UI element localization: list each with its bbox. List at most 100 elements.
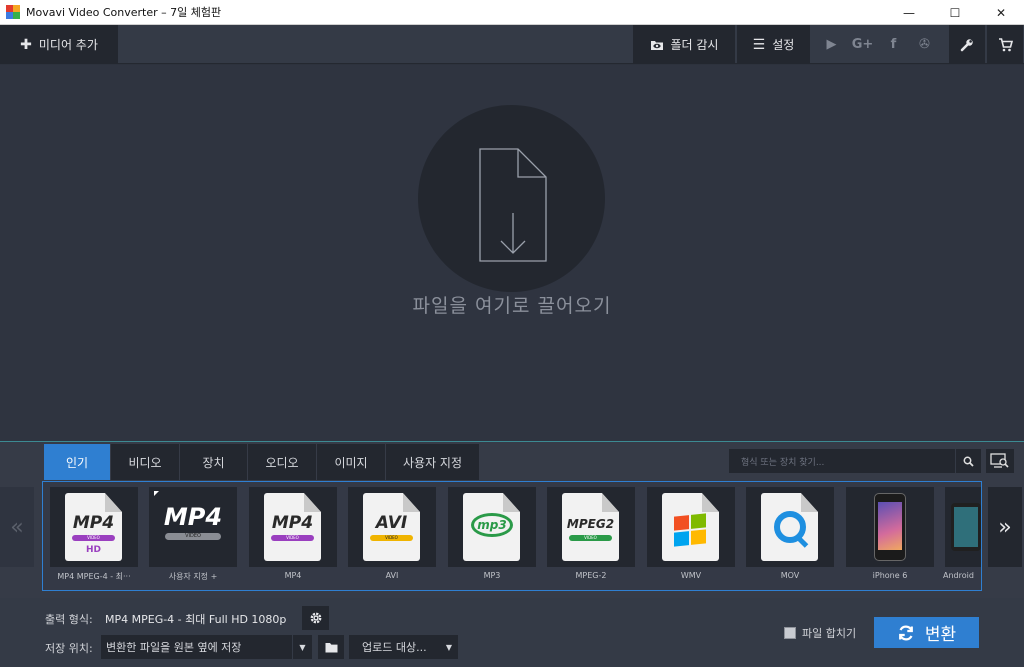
tab-custom[interactable]: 사용자 지정: [386, 444, 479, 480]
maximize-button[interactable]: ☐: [932, 0, 978, 25]
upload-target-label: 업로드 대상...: [362, 641, 427, 654]
settings-label: 설정: [772, 38, 795, 52]
chevron-down-icon: ▼: [292, 635, 312, 659]
vk-icon[interactable]: ✇: [909, 37, 940, 52]
format-label: MP4: [284, 571, 302, 580]
minimize-button[interactable]: —: [886, 0, 932, 25]
upload-target-select[interactable]: 업로드 대상... ▼: [349, 635, 458, 659]
mp3-icon: mp3: [463, 493, 520, 561]
gear-icon: [310, 612, 321, 624]
format-badge: mp3: [471, 513, 513, 537]
mp4-hd-icon: MP4 VIDEO HD: [65, 493, 122, 561]
drop-hint-text: 파일을 여기로 끌어오기: [412, 295, 612, 317]
format-label: 사용자 지정 +: [168, 572, 218, 581]
wmv-icon: [662, 493, 719, 561]
output-settings-button[interactable]: [302, 606, 329, 630]
format-item-mpeg2[interactable]: MPEG2 VIDEO MPEG-2: [547, 487, 635, 583]
cart-icon: [998, 37, 1013, 51]
format-extra: HD: [85, 545, 101, 555]
window-controls: — ☐ ✕: [886, 0, 1024, 25]
android-tablet-icon: [951, 503, 981, 551]
format-label: MOV: [780, 571, 800, 580]
format-item-custom[interactable]: MP4 VIDEO 사용자 지정 +: [149, 487, 237, 583]
windows-logo-icon: [674, 513, 706, 547]
format-thumb: mp3: [448, 487, 536, 567]
tab-audio[interactable]: 오디오: [248, 444, 316, 480]
format-ribbon: VIDEO: [271, 535, 314, 541]
format-item-mp4[interactable]: MP4 VIDEO MP4: [249, 487, 337, 583]
drop-circle[interactable]: [418, 105, 605, 292]
file-download-icon: [479, 148, 547, 262]
format-ribbon: VIDEO: [370, 535, 413, 541]
drop-zone[interactable]: 파일을 여기로 끌어오기: [0, 65, 1024, 441]
cart-button[interactable]: [987, 25, 1023, 64]
checkbox-box[interactable]: [784, 627, 796, 639]
tab-devices[interactable]: 장치: [180, 444, 247, 480]
scroll-right-button[interactable]: »: [988, 487, 1022, 567]
output-format-value: MP4 MPEG-4 - 최대 Full HD 1080p: [105, 613, 287, 626]
format-badge: MP4: [72, 513, 115, 533]
output-format-label: 출력 형식:: [45, 613, 93, 626]
scroll-left-button[interactable]: «: [0, 487, 34, 567]
format-tabs: 인기 비디오 장치 오디오 이미지 사용자 지정: [44, 444, 480, 480]
browse-folder-button[interactable]: [318, 635, 344, 659]
google-plus-icon[interactable]: G+: [847, 37, 878, 52]
mpeg2-icon: MPEG2 VIDEO: [562, 493, 619, 561]
tab-popular[interactable]: 인기: [44, 444, 110, 480]
add-media-button[interactable]: ✚ 미디어 추가: [0, 25, 118, 64]
format-panel: 인기 비디오 장치 오디오 이미지 사용자 지정 형식 또는 장치 찾기... …: [0, 441, 1024, 598]
bottom-panel: 출력 형식: MP4 MPEG-4 - 최대 Full HD 1080p 저장 …: [0, 598, 1024, 667]
format-item-mp3[interactable]: mp3 MP3: [448, 487, 536, 583]
movavi-logo-icon: [6, 5, 20, 19]
format-ribbon: VIDEO: [72, 535, 115, 541]
add-media-label: 미디어 추가: [38, 38, 98, 52]
format-item-mov[interactable]: MOV: [746, 487, 834, 583]
tab-video[interactable]: 비디오: [111, 444, 179, 480]
format-thumb: MP4 VIDEO: [149, 487, 237, 567]
format-label: MP4 MPEG-4 - 최···: [57, 572, 131, 581]
save-location-label: 저장 위치:: [45, 642, 93, 655]
settings-button[interactable]: ☰ 설정: [737, 25, 810, 64]
format-label: AVI: [385, 571, 399, 580]
save-location-select[interactable]: 변환한 파일을 원본 옆에 저장 ▼: [101, 635, 312, 659]
format-item-android[interactable]: Android: [943, 487, 981, 583]
format-item-avi[interactable]: AVI VIDEO AVI: [348, 487, 436, 583]
device-detect-button[interactable]: [986, 449, 1014, 473]
format-label: WMV: [680, 571, 702, 580]
format-thumb: [846, 487, 934, 567]
format-thumb: MP4 VIDEO: [249, 487, 337, 567]
format-thumb: MPEG2 VIDEO: [547, 487, 635, 567]
main-toolbar: ✚ 미디어 추가 폴더 감시 ☰ 설정 ▶ G+ f ✇: [0, 25, 1024, 64]
folder-watch-label: 폴더 감시: [670, 38, 719, 52]
facebook-icon[interactable]: f: [878, 37, 909, 52]
save-location-value: 변환한 파일을 원본 옆에 저장: [106, 641, 242, 654]
folder-watch-button[interactable]: 폴더 감시: [633, 25, 735, 64]
format-label: MPEG-2: [575, 571, 607, 580]
device-detect-icon: [990, 453, 1009, 468]
window-title: Movavi Video Converter – 7일 체험판: [26, 6, 222, 19]
format-item-wmv[interactable]: WMV: [647, 487, 735, 583]
youtube-icon[interactable]: ▶: [816, 37, 847, 52]
search-button[interactable]: [955, 449, 981, 473]
format-badge: MP4: [271, 513, 314, 533]
format-thumb: [647, 487, 735, 567]
format-search-input[interactable]: 형식 또는 장치 찾기...: [729, 449, 955, 473]
format-item-iphone6[interactable]: iPhone 6: [846, 487, 934, 583]
hamburger-menu-icon: ☰: [752, 36, 766, 53]
close-button[interactable]: ✕: [978, 0, 1024, 25]
mov-icon: [761, 493, 818, 561]
convert-button[interactable]: 변환: [874, 617, 979, 648]
format-ribbon: VIDEO: [165, 533, 221, 540]
eye-folder-icon: [650, 40, 663, 50]
quicktime-logo-icon: [774, 511, 806, 543]
mp4-icon: MP4 VIDEO: [264, 493, 321, 561]
title-bar: Movavi Video Converter – 7일 체험판 — ☐ ✕: [0, 0, 1024, 25]
merge-files-checkbox[interactable]: 파일 합치기: [784, 625, 856, 641]
format-list: MP4 VIDEO HD MP4 MPEG-4 - 최··· MP4 VIDEO…: [42, 481, 982, 591]
format-item-mp4-hd[interactable]: MP4 VIDEO HD MP4 MPEG-4 - 최···: [50, 487, 138, 583]
format-label: MP3: [483, 571, 501, 580]
custom-corner-icon: [154, 491, 159, 496]
tab-images[interactable]: 이미지: [317, 444, 385, 480]
format-label: Android: [943, 571, 974, 580]
tools-button[interactable]: [949, 25, 985, 64]
